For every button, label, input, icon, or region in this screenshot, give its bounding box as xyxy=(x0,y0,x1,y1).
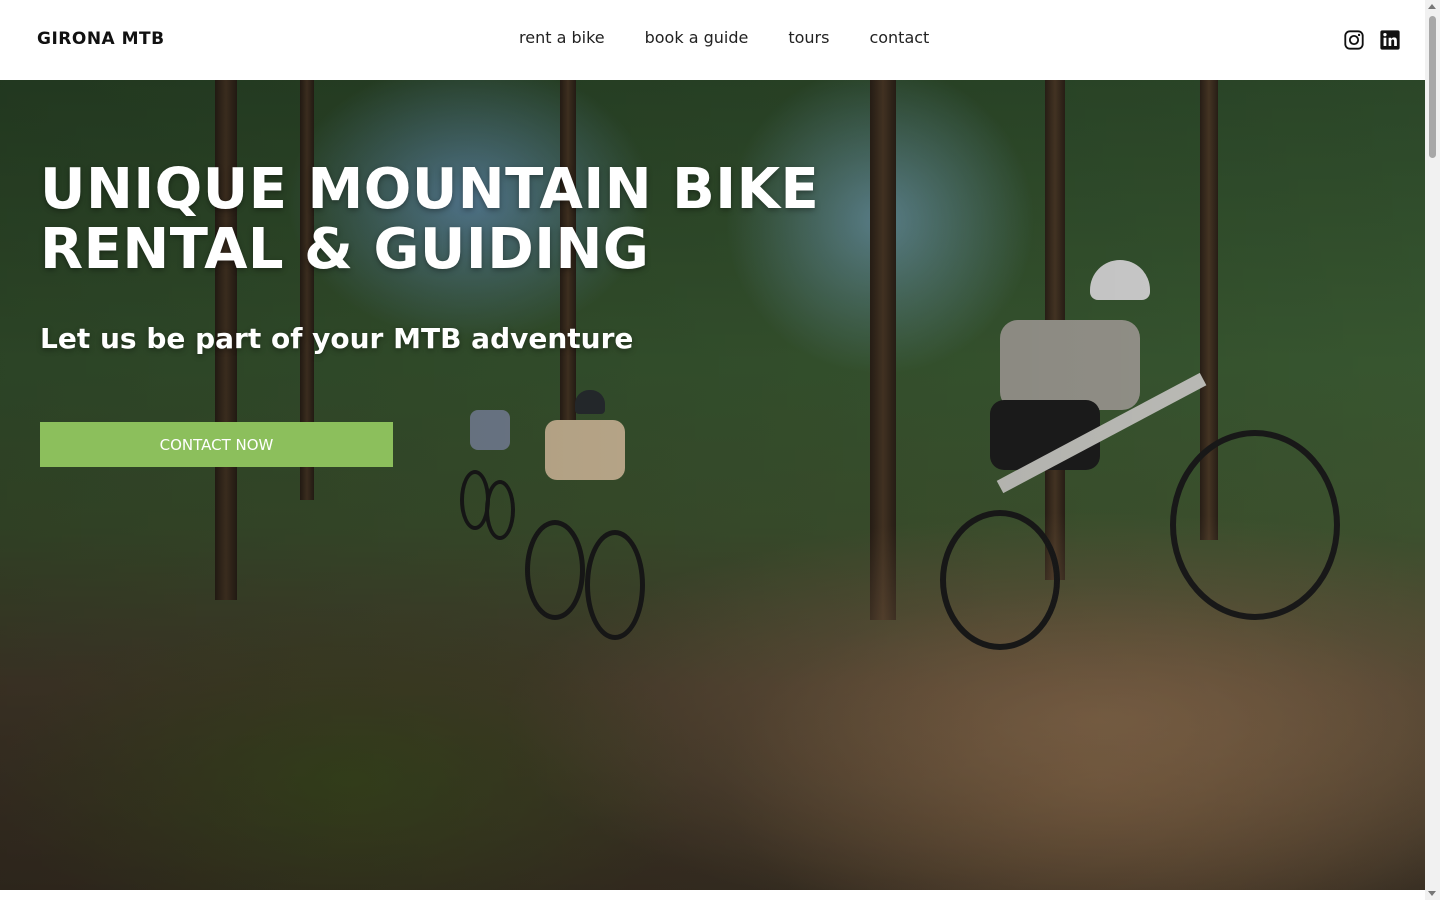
hero-title-line1: UNIQUE MOUNTAIN BIKE xyxy=(40,157,820,222)
nav-book-a-guide[interactable]: book a guide xyxy=(645,28,749,47)
hero-title-line2: RENTAL & GUIDING xyxy=(40,217,650,282)
page-bottom xyxy=(0,890,1425,900)
nav-tours[interactable]: tours xyxy=(788,28,829,47)
hero-subtitle: Let us be part of your MTB adventure xyxy=(40,322,634,355)
hero-section: UNIQUE MOUNTAIN BIKE RENTAL & GUIDING Le… xyxy=(0,80,1425,890)
main-nav: rent a bike book a guide tours contact xyxy=(519,28,929,47)
hero-title: UNIQUE MOUNTAIN BIKE RENTAL & GUIDING xyxy=(40,160,940,280)
scroll-down-arrow-icon[interactable] xyxy=(1428,891,1436,896)
nav-rent-a-bike[interactable]: rent a bike xyxy=(519,28,605,47)
scroll-up-arrow-icon[interactable] xyxy=(1428,4,1436,9)
nav-contact[interactable]: contact xyxy=(869,28,929,47)
scroll-thumb[interactable] xyxy=(1429,16,1436,158)
site-logo[interactable]: GIRONA MTB xyxy=(37,29,165,49)
site-header: GIRONA MTB rent a bike book a guide tour… xyxy=(0,0,1425,80)
instagram-icon[interactable] xyxy=(1343,29,1365,51)
contact-now-button[interactable]: CONTACT NOW xyxy=(40,422,393,467)
linkedin-icon[interactable] xyxy=(1379,29,1401,51)
social-links xyxy=(1343,29,1401,51)
page-scrollbar[interactable] xyxy=(1425,0,1440,900)
